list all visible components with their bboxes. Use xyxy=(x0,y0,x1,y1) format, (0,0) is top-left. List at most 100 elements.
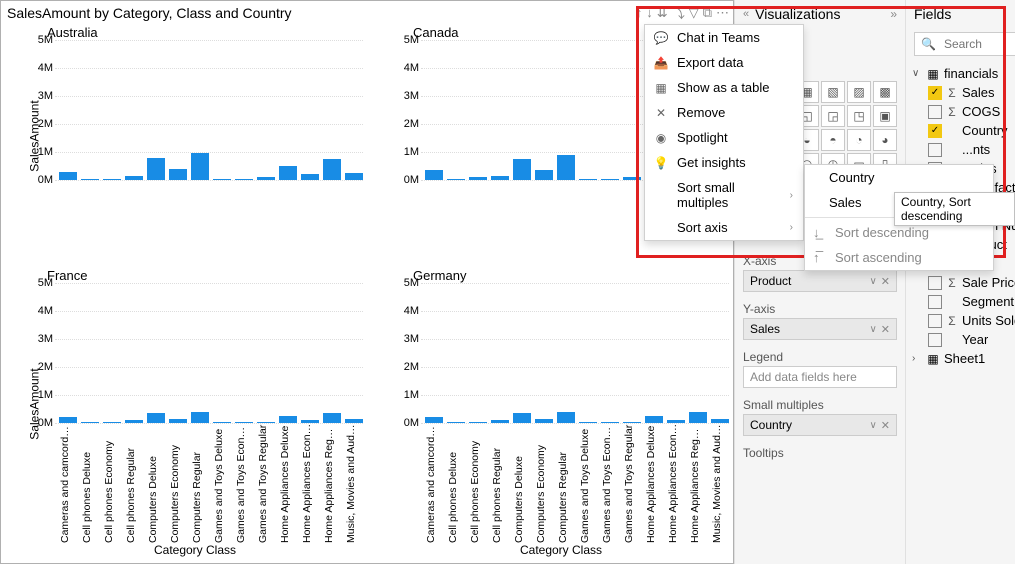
bar[interactable] xyxy=(169,169,187,180)
pane-collapse-icon[interactable]: « xyxy=(743,8,749,20)
bar[interactable] xyxy=(645,416,663,423)
bar[interactable] xyxy=(147,413,165,423)
fields-search[interactable]: 🔍 xyxy=(914,32,1015,56)
bar[interactable] xyxy=(213,179,231,180)
bar[interactable] xyxy=(513,413,531,423)
bar[interactable] xyxy=(535,170,553,180)
bar[interactable] xyxy=(689,412,707,423)
y-tick: 0M xyxy=(31,417,53,429)
table-header[interactable]: ›▦Sheet1 xyxy=(910,349,1015,368)
bar[interactable] xyxy=(425,170,443,180)
table-header[interactable]: ∨▦financials xyxy=(910,64,1015,83)
bar[interactable] xyxy=(81,179,99,180)
bar[interactable] xyxy=(623,177,641,180)
field-item[interactable]: ...nts xyxy=(910,140,1015,159)
chevron-down-icon[interactable]: ∨ xyxy=(869,324,876,335)
expand-icon[interactable]: ∨ xyxy=(912,68,922,79)
bar[interactable] xyxy=(513,159,531,180)
sort-by-country[interactable]: Country xyxy=(805,165,993,190)
y-tick: 4M xyxy=(397,62,419,74)
pane-expand-icon[interactable]: » xyxy=(890,7,897,21)
field-checkbox[interactable] xyxy=(928,143,942,157)
ctx-menu-item[interactable]: Sort small multiples› xyxy=(645,175,803,215)
ctx-menu-item[interactable]: ✕Remove xyxy=(645,100,803,125)
chevron-down-icon[interactable]: ∨ xyxy=(869,420,876,431)
drill-down-icon[interactable]: ↓ xyxy=(646,5,653,20)
bar[interactable] xyxy=(235,179,253,180)
viz-type-icon[interactable]: ◓ xyxy=(821,129,845,151)
bar[interactable] xyxy=(323,159,341,180)
field-checkbox[interactable]: ✓ xyxy=(928,124,942,138)
bar[interactable] xyxy=(469,177,487,180)
field-item[interactable]: ΣSale Price xyxy=(910,273,1015,292)
viz-type-icon[interactable]: ◔ xyxy=(847,129,871,151)
bar[interactable] xyxy=(125,176,143,180)
bar[interactable] xyxy=(323,413,341,423)
bar[interactable] xyxy=(191,153,209,180)
viz-type-icon[interactable]: ▩ xyxy=(873,81,897,103)
bar[interactable] xyxy=(557,155,575,180)
ctx-menu-item[interactable]: ▦Show as a table xyxy=(645,75,803,100)
legend-well[interactable]: Add data fields here xyxy=(743,366,897,388)
x-tick-label: Computers Deluxe xyxy=(513,423,531,543)
bar[interactable] xyxy=(601,179,619,180)
search-input[interactable] xyxy=(942,36,1015,52)
y-tick: 2M xyxy=(397,118,419,130)
next-level-icon[interactable]: ⤵ xyxy=(672,3,685,22)
y-axis-label: Y-axis xyxy=(743,302,897,316)
bar[interactable] xyxy=(257,177,275,180)
viz-type-icon[interactable]: ◕ xyxy=(873,129,897,151)
filter-icon[interactable]: ▽ xyxy=(689,5,699,21)
remove-field-icon[interactable]: ✕ xyxy=(881,275,890,288)
bar[interactable] xyxy=(579,179,597,180)
ctx-menu-item[interactable]: 💬Chat in Teams xyxy=(645,25,803,50)
field-item[interactable]: ΣCOGS xyxy=(910,102,1015,121)
small-multiples-well[interactable]: Country ∨ ✕ xyxy=(743,414,897,436)
bar[interactable] xyxy=(147,158,165,180)
bar[interactable] xyxy=(103,179,121,180)
viz-type-icon[interactable]: ▧ xyxy=(821,81,845,103)
bar[interactable] xyxy=(557,412,575,423)
ctx-menu-item[interactable]: 📤Export data xyxy=(645,50,803,75)
bar[interactable] xyxy=(279,166,297,180)
bar[interactable] xyxy=(59,172,77,180)
ctx-menu-item[interactable]: Sort axis› xyxy=(645,215,803,240)
viz-type-icon[interactable]: ◲ xyxy=(821,105,845,127)
remove-field-icon[interactable]: ✕ xyxy=(881,323,890,336)
field-checkbox[interactable] xyxy=(928,295,942,309)
remove-field-icon[interactable]: ✕ xyxy=(881,419,890,432)
more-options-icon[interactable]: ⋯ xyxy=(716,5,729,21)
bar[interactable] xyxy=(345,173,363,180)
field-item[interactable]: Year xyxy=(910,330,1015,349)
focus-mode-icon[interactable]: ⧉ xyxy=(703,5,712,21)
field-checkbox[interactable] xyxy=(928,276,942,290)
chevron-down-icon[interactable]: ∨ xyxy=(869,276,876,287)
field-item[interactable]: ✓ΣSales xyxy=(910,83,1015,102)
bar[interactable] xyxy=(279,416,297,423)
field-checkbox[interactable] xyxy=(928,333,942,347)
ctx-menu-item[interactable]: ◉Spotlight xyxy=(645,125,803,150)
bar[interactable] xyxy=(191,412,209,423)
field-item[interactable]: ✓Country xyxy=(910,121,1015,140)
viz-type-icon[interactable]: ◳ xyxy=(847,105,871,127)
bar[interactable] xyxy=(301,174,319,180)
viz-type-icon[interactable]: ▨ xyxy=(847,81,871,103)
sort-ascending[interactable]: ↑̅ Sort ascending xyxy=(805,245,993,270)
ctx-menu-item[interactable]: 💡Get insights xyxy=(645,150,803,175)
viz-type-icon[interactable]: ▣ xyxy=(873,105,897,127)
bar[interactable] xyxy=(447,179,465,180)
expand-icon[interactable]: › xyxy=(912,353,922,364)
field-item[interactable]: Segment xyxy=(910,292,1015,311)
x-axis-well[interactable]: Product ∨ ✕ xyxy=(743,270,897,292)
report-canvas[interactable]: SalesAmount by Category, Class and Count… xyxy=(0,0,734,564)
drill-up-icon[interactable]: ↑ xyxy=(636,5,643,20)
y-axis-well[interactable]: Sales ∨ ✕ xyxy=(743,318,897,340)
table-icon: ▦ xyxy=(653,81,669,95)
expand-hierarchy-icon[interactable]: ⇊ xyxy=(657,5,668,21)
field-checkbox[interactable] xyxy=(928,314,942,328)
field-checkbox[interactable] xyxy=(928,105,942,119)
export-icon: 📤 xyxy=(653,56,669,70)
field-item[interactable]: ΣUnits Sold xyxy=(910,311,1015,330)
field-checkbox[interactable]: ✓ xyxy=(928,86,942,100)
bar[interactable] xyxy=(491,176,509,180)
